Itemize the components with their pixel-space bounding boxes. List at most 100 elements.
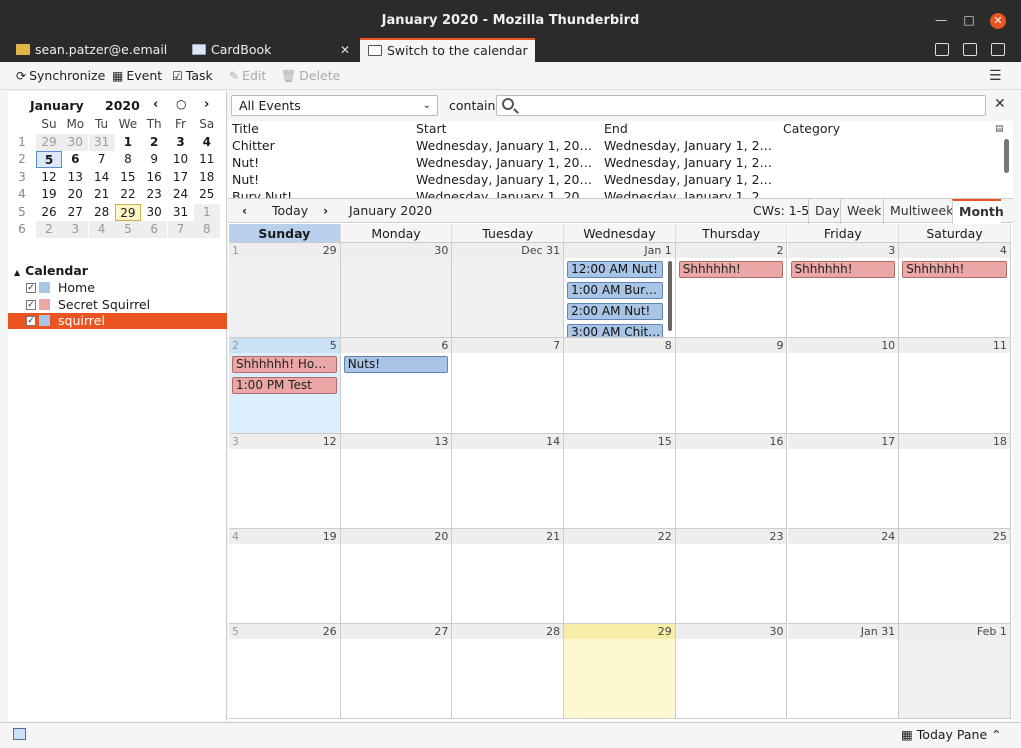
maximize-button[interactable]: □	[962, 13, 976, 27]
minimonth-day[interactable]: 25	[194, 186, 220, 203]
minimonth-day[interactable]: 13	[62, 169, 88, 186]
minimonth-day[interactable]: 2	[141, 134, 167, 151]
minimonth-day[interactable]: 26	[36, 204, 62, 221]
minimonth-day[interactable]: 21	[89, 186, 115, 203]
calendar-event[interactable]: 1:00 AM Bury Nut!	[567, 282, 663, 299]
minimonth-year[interactable]: 2020	[105, 98, 140, 113]
minimonth-day[interactable]: 12	[36, 169, 62, 186]
minimonth-day[interactable]: 28	[89, 204, 115, 221]
minimonth-day[interactable]: 14	[89, 169, 115, 186]
calendar-event[interactable]: 3:00 AM Chitter	[567, 324, 663, 338]
minimonth-day[interactable]: 4	[194, 134, 220, 151]
month-day-cell[interactable]: 4 Shhhhhh!	[899, 243, 1011, 339]
minimonth-day[interactable]: 5	[114, 221, 141, 238]
view-tab-week[interactable]: Week	[840, 199, 887, 224]
checkbox[interactable]: ✓	[26, 300, 36, 310]
minimonth-day[interactable]: 29	[36, 133, 62, 151]
search-input[interactable]	[496, 95, 986, 116]
minimonth-day[interactable]: 1	[193, 203, 220, 221]
next-period-icon[interactable]: ›	[323, 203, 328, 218]
minimonth-day[interactable]: 17	[168, 169, 194, 186]
view-tab-multiweek[interactable]: Multiweek	[883, 199, 959, 224]
month-day-cell[interactable]: 16	[675, 433, 788, 529]
day-scrollbar[interactable]	[667, 261, 672, 331]
column-category[interactable]: Category	[783, 121, 840, 136]
month-day-cell[interactable]: 28	[452, 624, 565, 720]
month-day-cell[interactable]: 7	[452, 338, 565, 434]
calendar-event[interactable]: Nuts!	[343, 356, 449, 374]
close-icon[interactable]: ✕	[994, 96, 1006, 112]
calendar-event[interactable]: 1:00 PM Test	[232, 377, 337, 395]
minimonth-day[interactable]: 18	[194, 169, 220, 186]
minimonth-day[interactable]: 1	[115, 134, 141, 151]
minimonth-day[interactable]: 19	[36, 186, 62, 203]
minimonth-day[interactable]: 2	[36, 221, 62, 238]
previous-period-icon[interactable]: ‹	[242, 203, 247, 218]
minimonth-day[interactable]: 30	[141, 204, 167, 221]
month-day-cell[interactable]: 13	[340, 433, 453, 529]
close-window-button[interactable]: ✕	[990, 13, 1006, 29]
month-day-cell[interactable]: 5 26	[229, 624, 341, 720]
minimonth-day[interactable]: 20	[62, 186, 88, 203]
calendar-event[interactable]: Shhhhhh!	[790, 261, 896, 278]
month-day-cell[interactable]: Jan 31	[787, 624, 900, 720]
minimonth-day[interactable]: 6	[62, 151, 88, 168]
month-day-cell[interactable]: 11	[899, 338, 1011, 434]
month-day-cell[interactable]: 27	[340, 624, 453, 720]
month-day-cell[interactable]: 2 5 Shhhhhh! How cute! 1:00 PM Test	[229, 338, 341, 434]
month-day-cell[interactable]: 24	[787, 528, 900, 625]
month-day-cell[interactable]: 25	[899, 528, 1011, 625]
minimonth-day[interactable]: 16	[141, 169, 167, 186]
checkbox[interactable]: ✓	[26, 316, 36, 326]
minimize-button[interactable]: —	[934, 13, 948, 27]
minimonth-day[interactable]: 24	[168, 186, 194, 203]
address-book-icon[interactable]	[991, 43, 1005, 56]
tasks-icon[interactable]	[963, 43, 977, 56]
tab-cardbook[interactable]: CardBook	[184, 38, 359, 62]
month-day-cell[interactable]: 8	[564, 338, 676, 434]
event-list-row[interactable]: Nut! Wednesday, January 1, 2020 12:00 AM W…	[228, 171, 1003, 188]
new-event-button[interactable]: ▦ Event	[112, 68, 162, 83]
event-list-scrollbar[interactable]	[1004, 139, 1009, 173]
month-day-cell[interactable]: 18	[899, 433, 1011, 529]
calendar-item-secret-squirrel[interactable]: ✓ Secret Squirrel	[8, 297, 227, 313]
minimonth-day[interactable]: 11	[194, 151, 220, 168]
month-day-cell[interactable]: 9	[675, 338, 788, 434]
column-title[interactable]: Title	[232, 121, 259, 136]
month-day-cell[interactable]: 3 Shhhhhh!	[787, 243, 900, 339]
calendar-item-home[interactable]: ✓ Home	[8, 280, 227, 296]
tab-mail[interactable]: sean.patzer@e.email	[8, 38, 183, 62]
month-day-cell[interactable]: 15	[564, 433, 676, 529]
month-day-cell[interactable]: Feb 1	[899, 624, 1011, 720]
minimonth-day[interactable]: 31	[168, 204, 194, 221]
minimonth-day[interactable]: 27	[62, 204, 88, 221]
minimonth-day[interactable]: 29	[114, 203, 141, 221]
column-start[interactable]: Start	[416, 121, 447, 136]
minimonth-day[interactable]: 8	[193, 221, 220, 238]
month-day-cell[interactable]: Dec 31	[452, 243, 565, 339]
month-day-cell[interactable]: 30	[340, 243, 453, 339]
minimonth-day[interactable]: 7	[89, 151, 115, 168]
edit-button[interactable]: ✎ Edit	[229, 68, 266, 83]
column-end[interactable]: End	[604, 121, 628, 136]
minimonth-day[interactable]: 15	[115, 169, 141, 186]
minimonth-day[interactable]: 3	[62, 221, 89, 238]
event-list-row[interactable]: Bury Nut! Wednesday, January 1, 2020 1:00…	[228, 188, 1003, 198]
month-day-cell[interactable]: 22	[564, 528, 676, 625]
minimonth-day[interactable]: 23	[141, 186, 167, 203]
calendar-icon[interactable]	[935, 43, 949, 56]
month-day-cell[interactable]: 21	[452, 528, 565, 625]
hamburger-menu-icon[interactable]: ☰	[989, 68, 1002, 84]
minimonth-day[interactable]: 5	[36, 151, 62, 168]
minimonth-month[interactable]: January	[30, 98, 84, 113]
minimonth-day[interactable]: 9	[141, 151, 167, 168]
view-tab-month[interactable]: Month	[952, 199, 1004, 224]
month-day-cell[interactable]: 3 12	[229, 433, 341, 529]
minimonth-day[interactable]: 22	[115, 186, 141, 203]
delete-button[interactable]: 🗑 Delete	[281, 68, 340, 83]
column-picker-icon[interactable]: ▤	[995, 124, 1004, 134]
minimonth-day[interactable]: 8	[115, 151, 141, 168]
minimonth-day[interactable]: 10	[168, 151, 194, 168]
calendar-event[interactable]: Shhhhhh!	[902, 261, 1007, 278]
minimonth-day[interactable]: 6	[141, 221, 168, 238]
